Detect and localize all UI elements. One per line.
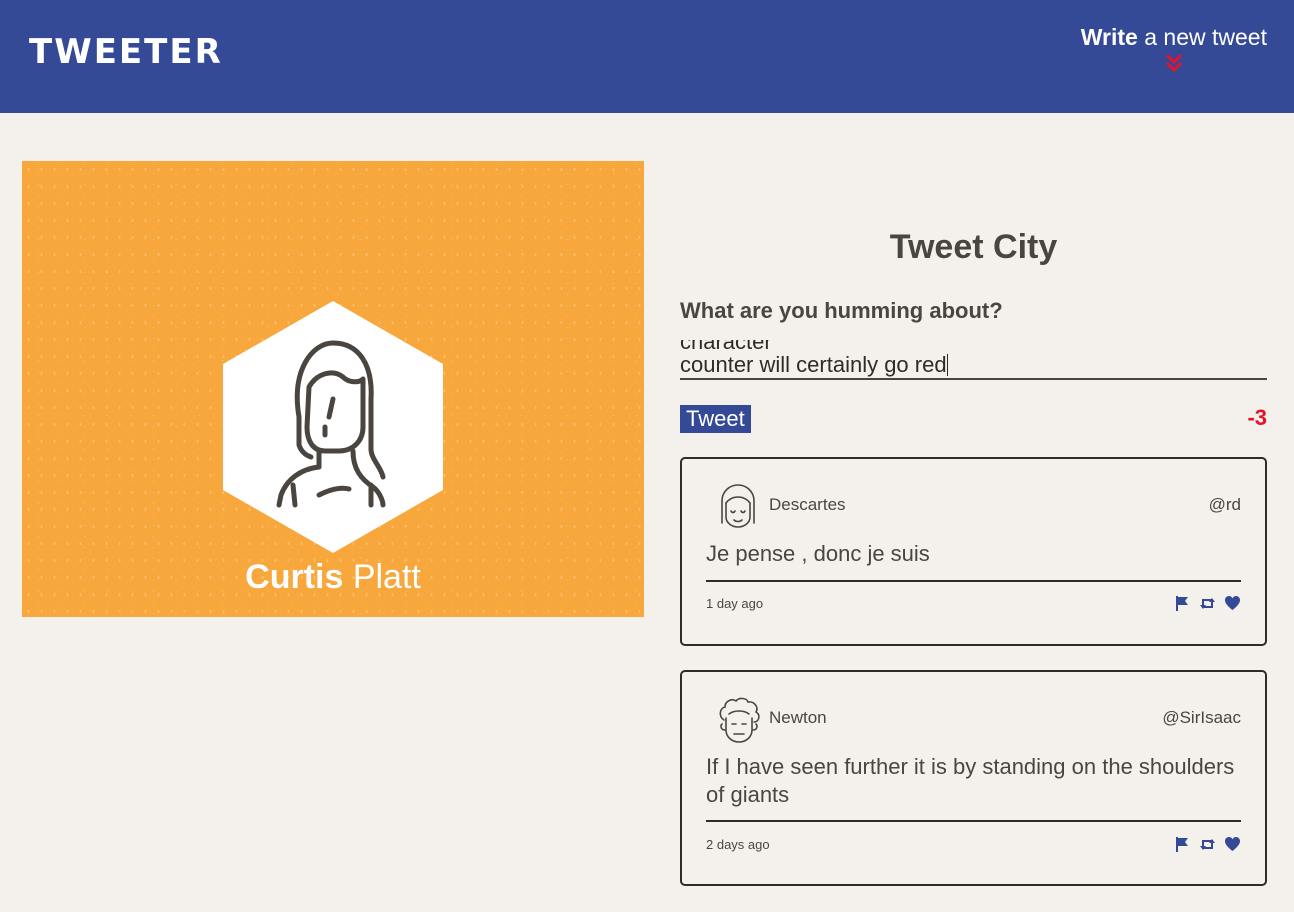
textarea-line-2: counter will certainly go red — [680, 352, 947, 377]
nav-bar: TWEETER Write a new tweet — [0, 0, 1294, 113]
tweet-divider — [706, 820, 1241, 822]
tweet-submit-button[interactable]: Tweet — [680, 405, 751, 433]
tweet-card: Descartes @rd Je pense , donc je suis 1 … — [680, 457, 1267, 646]
write-new-tweet-toggle[interactable]: Write a new tweet — [1081, 22, 1267, 74]
app-logo[interactable]: TWEETER — [29, 33, 223, 71]
tweet-timestamp: 1 day ago — [706, 596, 764, 611]
character-counter: -3 — [1247, 405, 1267, 430]
tweet-textarea[interactable]: message and I believe if I write enough … — [680, 340, 1267, 380]
compose-label-bold: Write — [1080, 24, 1138, 50]
text-caret — [946, 354, 948, 376]
tweet-author-handle: @SirIsaac — [1162, 708, 1241, 727]
descartes-avatar-icon — [721, 484, 755, 528]
flag-icon[interactable] — [1174, 595, 1191, 612]
double-chevron-down-icon — [1165, 53, 1182, 73]
retweet-icon[interactable] — [1199, 836, 1216, 853]
tweet-divider — [706, 580, 1241, 582]
newton-avatar-icon — [719, 697, 760, 743]
flag-icon[interactable] — [1174, 836, 1191, 853]
profile-name: Curtis Platt — [22, 557, 644, 597]
compose-prompt-label: What are you humming about? — [680, 298, 1003, 323]
tweet-actions — [1174, 836, 1241, 853]
last-name: Platt — [343, 558, 421, 596]
heart-icon[interactable] — [1224, 595, 1241, 612]
tweet-card: Newton @SirIsaac If I have seen further … — [680, 670, 1267, 886]
tweet-content: Je pense , donc je suis — [706, 541, 930, 566]
tweet-author-handle: @rd — [1208, 495, 1241, 514]
first-name: Curtis — [245, 558, 344, 596]
tweet-author-name: Newton — [769, 708, 827, 727]
heart-icon[interactable] — [1224, 836, 1241, 853]
tweet-author-name: Descartes — [769, 495, 846, 514]
tweet-timestamp: 2 days ago — [706, 837, 770, 852]
profile-card: Curtis Platt — [22, 161, 644, 617]
retweet-icon[interactable] — [1199, 595, 1216, 612]
tweet-actions — [1174, 595, 1241, 612]
compose-label-rest: a new tweet — [1137, 24, 1267, 50]
page-title: Tweet City — [889, 228, 1058, 266]
woman-avatar-icon — [223, 301, 443, 553]
tweet-content: If I have seen further it is by standing… — [706, 754, 1235, 807]
